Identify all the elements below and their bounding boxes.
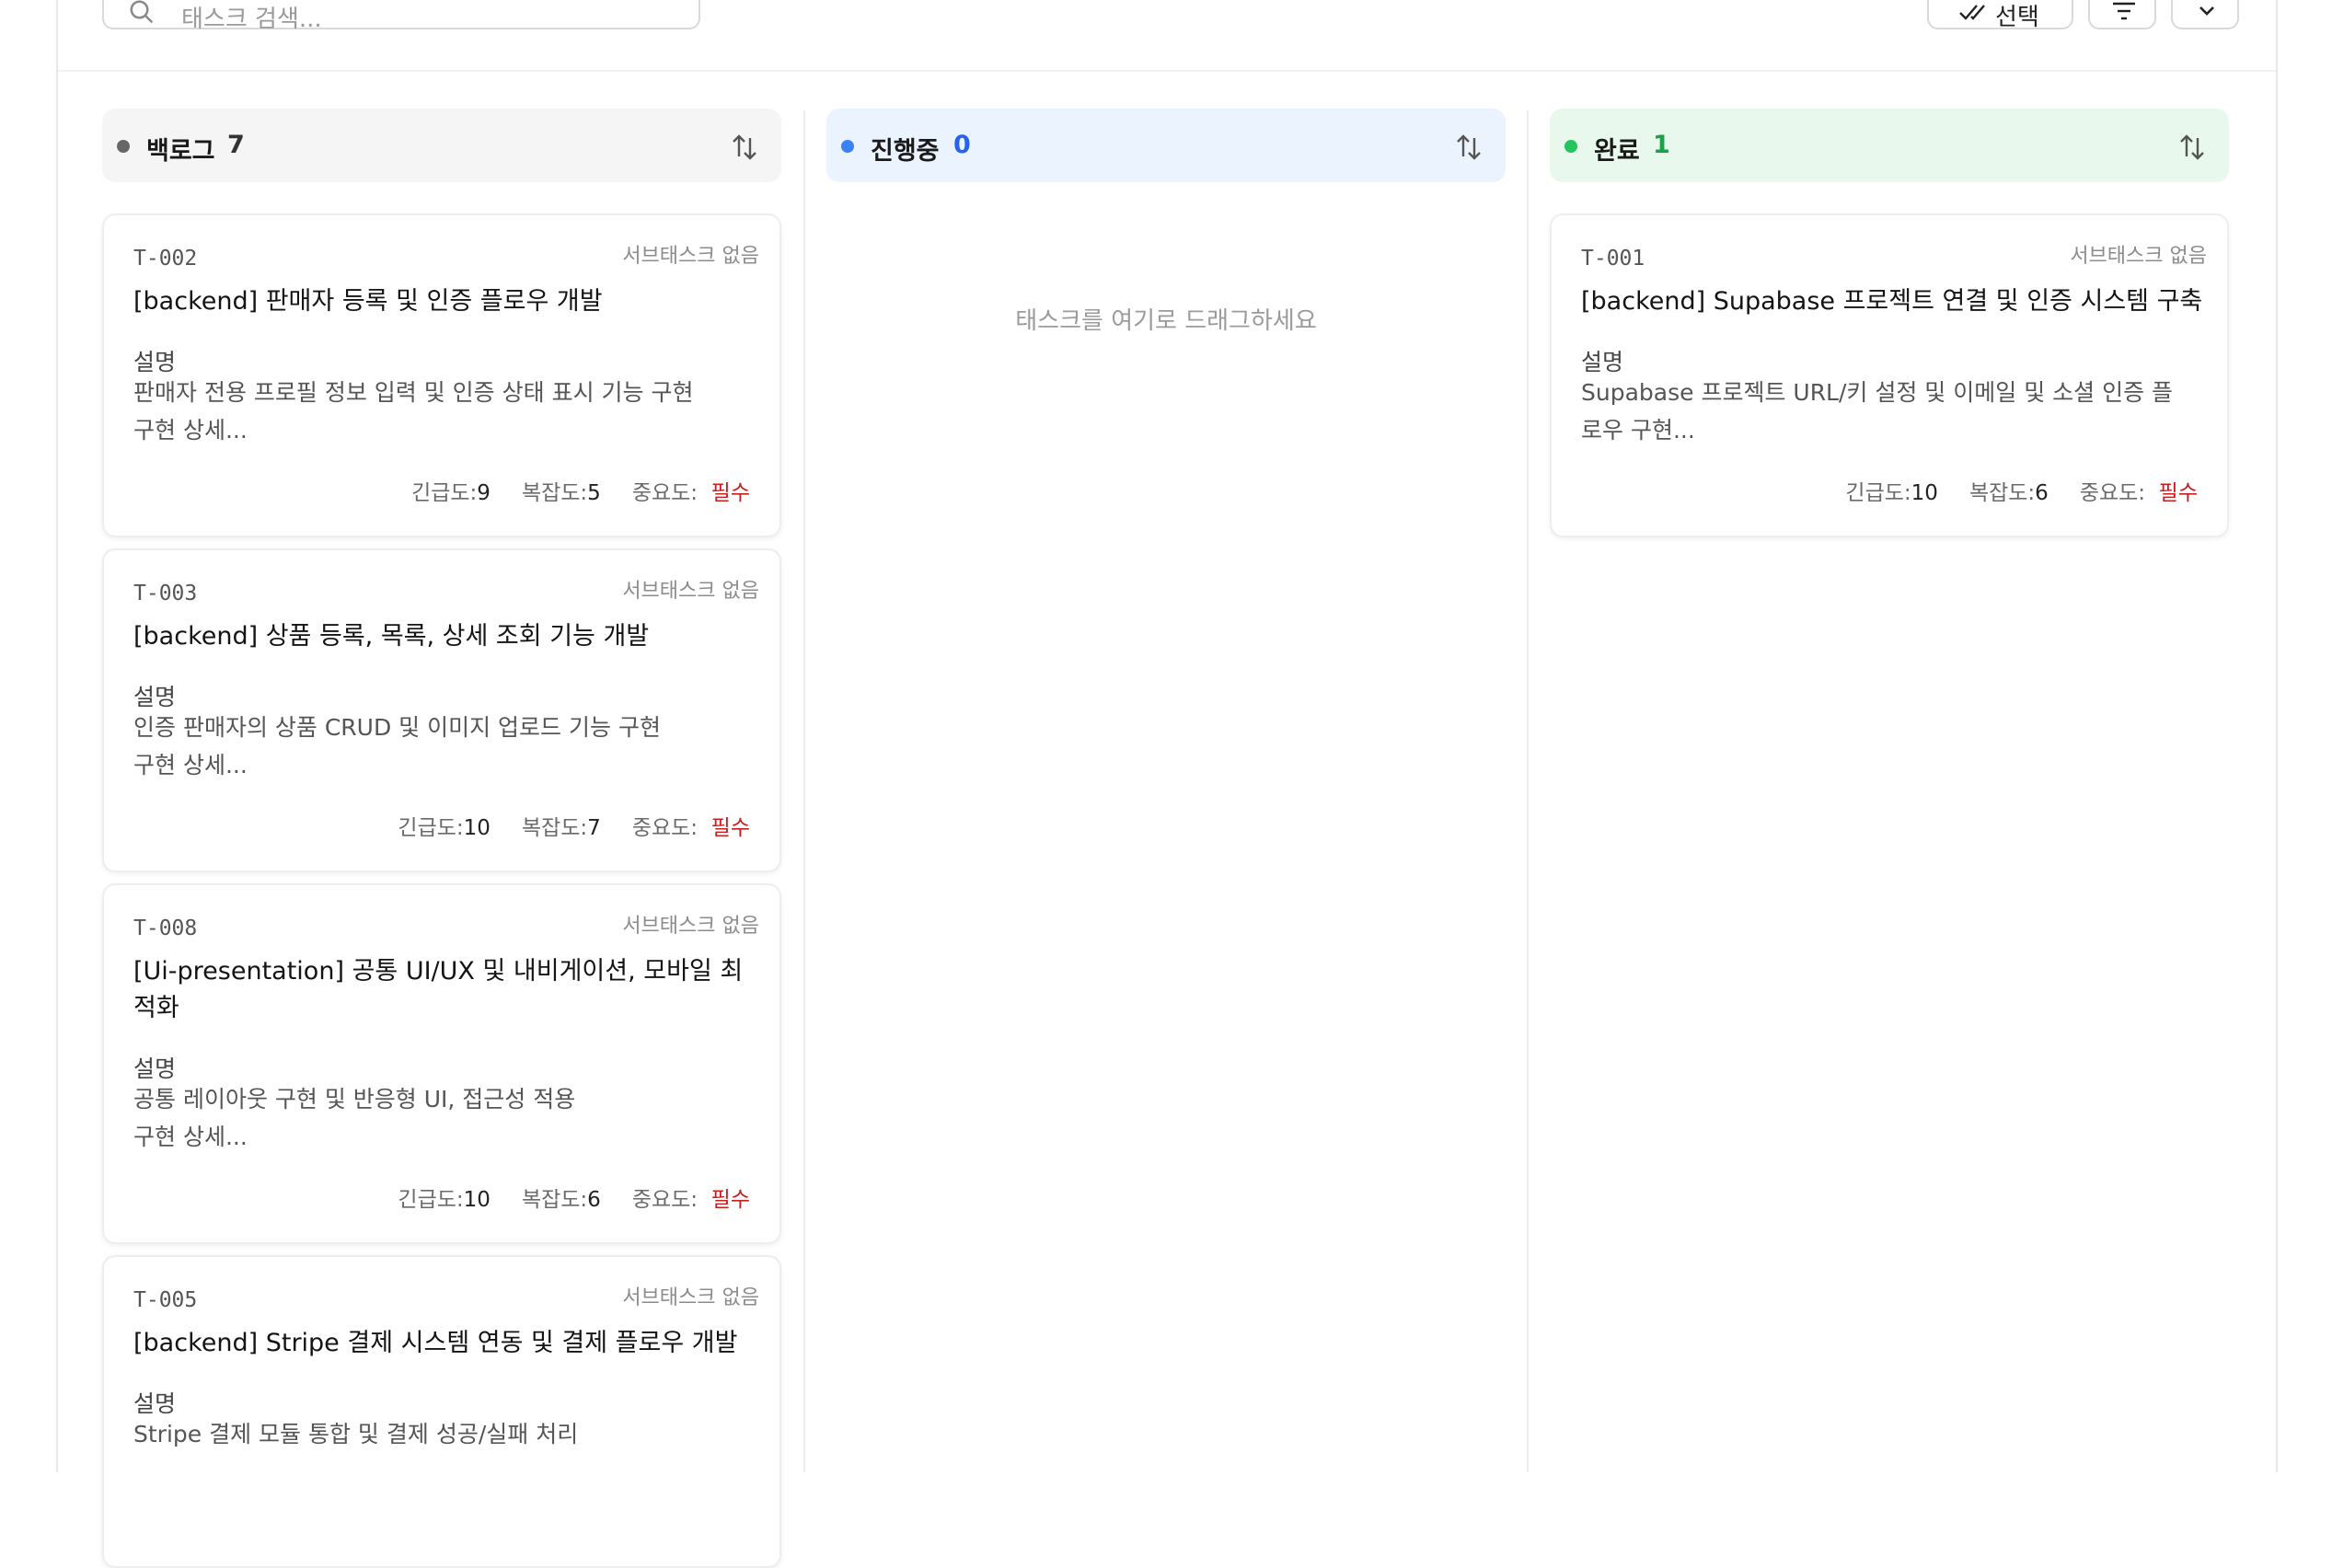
task-id: T-003 xyxy=(133,582,198,605)
urgency-value: 10 xyxy=(1911,481,1938,505)
urgency-value: 9 xyxy=(477,481,491,505)
description-line: 구현 상세... xyxy=(133,752,248,778)
subtask-status: 서브태스크 없음 xyxy=(622,915,759,938)
subtask-status: 서브태스크 없음 xyxy=(622,1286,759,1309)
urgency-label: 긴급도: xyxy=(411,481,478,505)
column-title: 백로그 xyxy=(146,137,215,166)
subtask-status: 서브태스크 없음 xyxy=(2070,245,2207,268)
description-line: 구현 상세... xyxy=(133,417,248,444)
complexity-value: 5 xyxy=(587,481,601,505)
task-title: [backend] Supabase 프로젝트 연결 및 인증 시스템 구축 xyxy=(1581,287,2203,316)
status-dot xyxy=(841,140,854,153)
task-meta: 긴급도:10 복잡도:6 중요도: 필수 xyxy=(398,1182,750,1213)
column-count: 7 xyxy=(227,131,245,159)
complexity-value: 6 xyxy=(2035,481,2049,505)
description-line: Stripe 결제 모듈 통합 및 결제 성공/실패 처리 xyxy=(133,1421,579,1447)
status-dot xyxy=(1564,140,1577,153)
importance-value: 필수 xyxy=(710,481,750,505)
description-line: 구현 상세... xyxy=(133,1124,248,1150)
toolbar: 태스크 검색... 선택 xyxy=(58,0,2276,72)
double-check-icon xyxy=(1959,5,1985,20)
task-id: T-005 xyxy=(133,1288,198,1312)
complexity-label: 복잡도: xyxy=(521,481,588,505)
description-line: 인증 판매자의 상품 CRUD 및 이미지 업로드 기능 구현 xyxy=(133,714,661,741)
description-line: 로우 구현... xyxy=(1581,417,1695,444)
column-header-in-progress: 진행중 0 xyxy=(826,109,1506,182)
task-meta: 긴급도:9 복잡도:5 중요도: 필수 xyxy=(411,475,750,506)
search-icon xyxy=(130,0,154,24)
task-title: [backend] Stripe 결제 시스템 연동 및 결제 플로우 개발 xyxy=(133,1329,738,1357)
task-card[interactable]: T-001 서브태스크 없음 [backend] Supabase 프로젝트 연… xyxy=(1550,213,2229,537)
complexity-label: 복잡도: xyxy=(521,816,588,840)
description-label: 설명 xyxy=(133,1055,177,1082)
importance-label: 중요도: xyxy=(2079,481,2146,505)
description-label: 설명 xyxy=(1581,349,1624,375)
sort-icon[interactable] xyxy=(2177,133,2207,162)
task-title: [Ui-presentation] 공통 UI/UX 및 내비게이션, 모바일 … xyxy=(133,957,744,1022)
urgency-label: 긴급도: xyxy=(398,1188,464,1212)
urgency-label: 긴급도: xyxy=(1845,481,1911,505)
select-button-label: 선택 xyxy=(1995,4,2039,31)
subtask-status: 서브태스크 없음 xyxy=(622,580,759,603)
status-dot xyxy=(117,140,130,153)
column-done: 완료 1 T-001 서브태스크 없음 [backend] Supabase 프… xyxy=(1550,109,2229,537)
board-frame: 태스크 검색... 선택 백로그 7 T-002 서브태스크 없음 [backe… xyxy=(56,0,2278,1568)
sort-icon[interactable] xyxy=(1454,133,1483,162)
column-in-progress: 진행중 0 태스크를 여기로 드래그하세요 xyxy=(826,109,1506,335)
task-meta: 긴급도:10 복잡도:6 중요도: 필수 xyxy=(1845,475,2198,506)
sort-icon[interactable] xyxy=(730,133,759,162)
chevron-down-icon xyxy=(2199,6,2214,16)
complexity-value: 7 xyxy=(587,816,601,840)
column-backlog: 백로그 7 T-002 서브태스크 없음 [backend] 판매자 등록 및 … xyxy=(102,109,781,1568)
importance-label: 중요도: xyxy=(631,1188,698,1212)
importance-value: 필수 xyxy=(710,1188,750,1212)
task-card[interactable]: T-005 서브태스크 없음 [backend] Stripe 결제 시스템 연… xyxy=(102,1255,781,1568)
column-header-backlog: 백로그 7 xyxy=(102,109,781,182)
description-line: Supabase 프로젝트 URL/키 설정 및 이메일 및 소셜 인증 플 xyxy=(1581,379,2174,406)
column-header-done: 완료 1 xyxy=(1550,109,2229,182)
importance-value: 필수 xyxy=(710,816,750,840)
column-title: 완료 xyxy=(1594,137,1640,166)
description-label: 설명 xyxy=(133,1390,177,1417)
importance-label: 중요도: xyxy=(631,481,698,505)
search-input[interactable]: 태스크 검색... xyxy=(102,0,700,33)
column-count: 1 xyxy=(1653,131,1670,159)
filter-button[interactable] xyxy=(2088,0,2156,29)
task-id: T-002 xyxy=(133,247,198,271)
task-id: T-008 xyxy=(133,917,198,940)
task-title: [backend] 상품 등록, 목록, 상세 조회 기능 개발 xyxy=(133,622,650,651)
column-divider xyxy=(1527,110,1529,1472)
drop-zone-hint: 태스크를 여기로 드래그하세요 xyxy=(1015,307,1317,335)
search-placeholder: 태스크 검색... xyxy=(181,6,322,33)
task-title: [backend] 판매자 등록 및 인증 플로우 개발 xyxy=(133,287,603,316)
urgency-value: 10 xyxy=(463,816,491,840)
task-card[interactable]: T-003 서브태스크 없음 [backend] 상품 등록, 목록, 상세 조… xyxy=(102,548,781,872)
importance-value: 필수 xyxy=(2158,481,2198,505)
dropdown-button[interactable] xyxy=(2171,0,2239,29)
column-title: 진행중 xyxy=(871,137,940,166)
task-id: T-001 xyxy=(1581,247,1645,271)
task-meta: 긴급도:10 복잡도:7 중요도: 필수 xyxy=(398,810,750,841)
description-line: 공통 레이아웃 구현 및 반응형 UI, 접근성 적용 xyxy=(133,1086,576,1113)
subtask-status: 서브태스크 없음 xyxy=(622,245,759,268)
column-count: 0 xyxy=(953,131,971,159)
filter-icon xyxy=(2113,2,2135,20)
complexity-value: 6 xyxy=(587,1188,601,1212)
importance-label: 중요도: xyxy=(631,816,698,840)
column-divider xyxy=(803,110,805,1472)
urgency-label: 긴급도: xyxy=(398,816,464,840)
select-button[interactable]: 선택 xyxy=(1927,0,2073,31)
description-label: 설명 xyxy=(133,349,177,375)
description-line: 판매자 전용 프로필 정보 입력 및 인증 상태 표시 기능 구현 xyxy=(133,379,694,406)
task-card[interactable]: T-002 서브태스크 없음 [backend] 판매자 등록 및 인증 플로우… xyxy=(102,213,781,537)
urgency-value: 10 xyxy=(463,1188,491,1212)
complexity-label: 복잡도: xyxy=(521,1188,588,1212)
complexity-label: 복잡도: xyxy=(1968,481,2036,505)
task-card[interactable]: T-008 서브태스크 없음 [Ui-presentation] 공통 UI/U… xyxy=(102,883,781,1244)
description-label: 설명 xyxy=(133,684,177,710)
